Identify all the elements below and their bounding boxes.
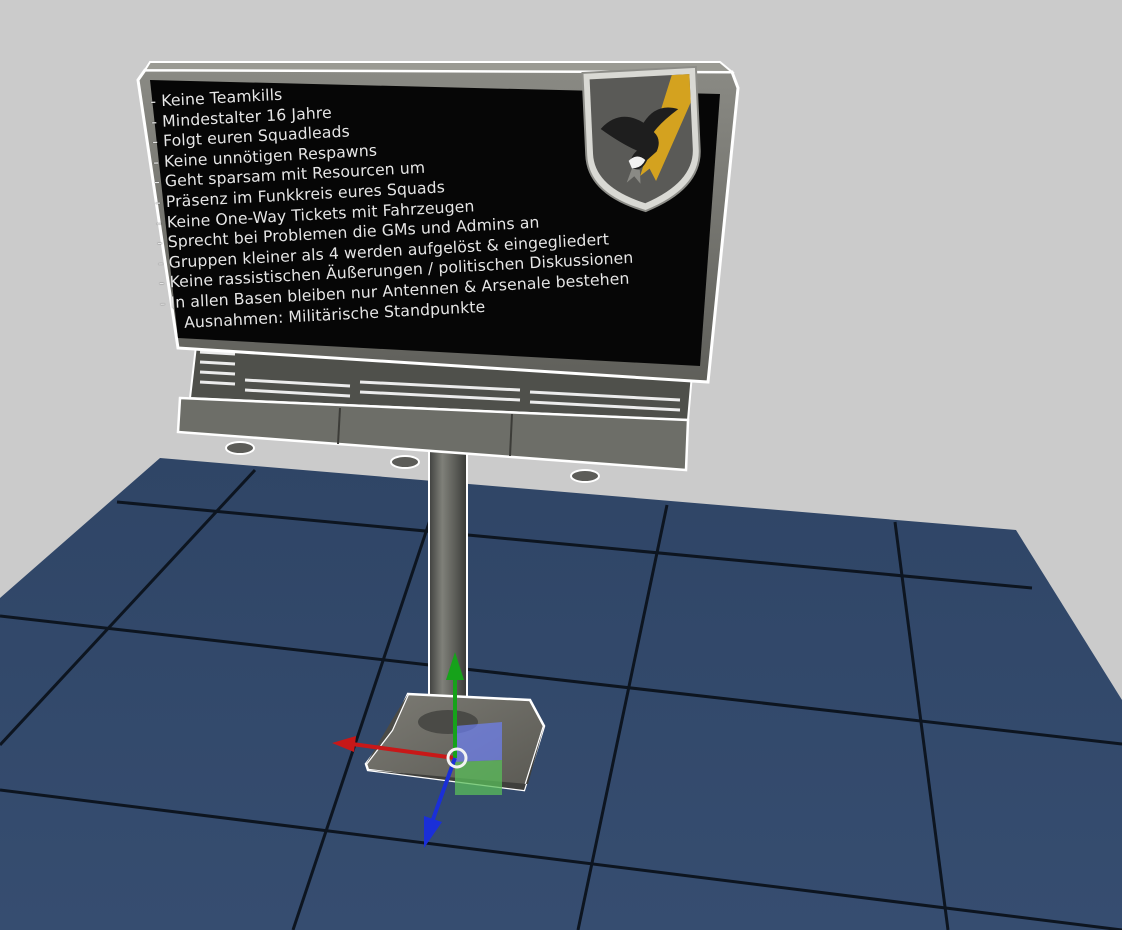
billboard-board[interactable] xyxy=(136,61,740,384)
gizmo-xz-plane[interactable] xyxy=(455,722,502,762)
scene-canvas[interactable] xyxy=(0,0,1122,930)
spotlight-3 xyxy=(570,469,600,483)
3d-viewport[interactable]: - Keine Teamkills - Mindestalter 16 Jahr… xyxy=(0,0,1122,930)
pole-shaft xyxy=(428,439,468,731)
board-screen xyxy=(150,80,720,366)
spotlight-2 xyxy=(390,455,420,469)
spotlight-1 xyxy=(225,441,255,455)
billboard-pole[interactable] xyxy=(421,435,475,731)
board-top-edge xyxy=(143,61,735,74)
